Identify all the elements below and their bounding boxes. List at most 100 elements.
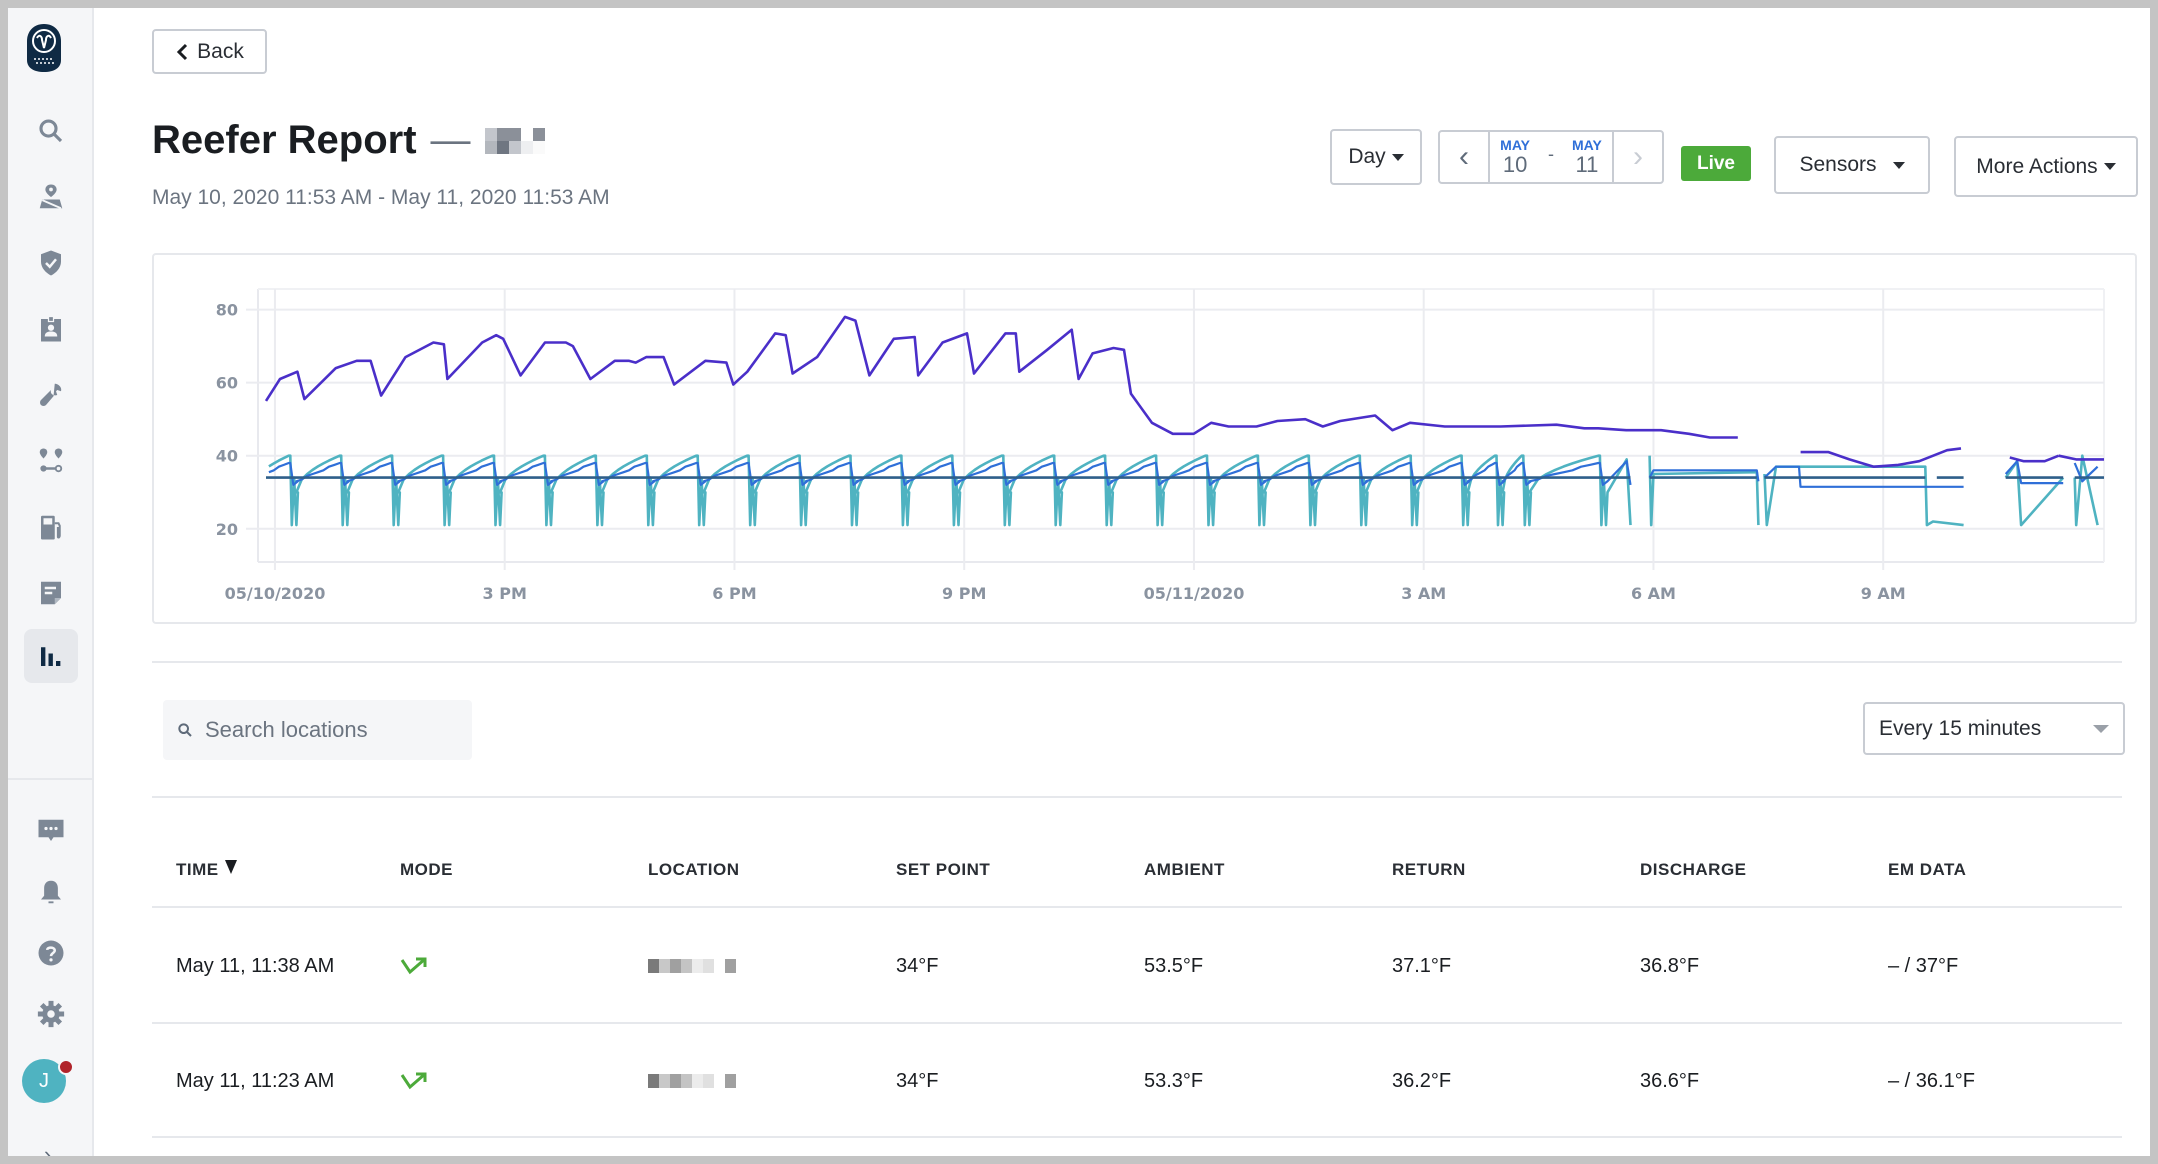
sidebar-item-routes[interactable] — [28, 438, 74, 484]
date-range-picker[interactable]: MAY 10 - MAY 11 — [1490, 132, 1612, 182]
sensors-dropdown[interactable]: Sensors — [1774, 136, 1930, 194]
series-ambient-line — [1800, 447, 1962, 468]
y-tick-label: 40 — [216, 447, 238, 466]
more-actions-label: More Actions — [1976, 154, 2098, 178]
redacted-asset-name — [484, 127, 545, 154]
section-divider — [152, 661, 2122, 663]
sidebar-item-help[interactable] — [28, 930, 74, 976]
column-header-time[interactable]: TIME — [176, 848, 237, 906]
map-pin-icon — [39, 184, 63, 210]
shield-check-icon — [41, 250, 61, 276]
page-title: Reefer Report — — [152, 118, 545, 163]
sidebar-item-safety[interactable] — [28, 240, 74, 286]
redacted-location — [648, 1074, 736, 1088]
x-tick-label: 05/10/2020 — [225, 584, 326, 603]
reefer-data-table: TIME MODE LOCATION SET POINT AMBIENT RET… — [152, 848, 2122, 1138]
cooling-mode-icon — [400, 957, 427, 975]
table-header: TIME MODE LOCATION SET POINT AMBIENT RET… — [152, 848, 2122, 906]
search-locations[interactable] — [163, 700, 472, 760]
table-row[interactable]: May 11, 11:38 AM 34°F 53.5°F 37.1°F 36.8… — [152, 906, 2122, 1022]
end-date: MAY 11 — [1572, 138, 1602, 176]
column-header-set-point: SET POINT — [896, 848, 990, 906]
series-discharge-line — [268, 454, 1632, 527]
help-icon — [38, 940, 64, 966]
gear-icon — [37, 1000, 65, 1028]
back-button[interactable]: Back — [152, 29, 267, 74]
column-label: LOCATION — [648, 860, 740, 879]
cell-mode — [400, 908, 430, 1022]
sort-descending-icon — [224, 860, 237, 874]
cell-ambient: 53.3°F — [1144, 1069, 1204, 1092]
cell-return: 36.2°F — [1392, 1069, 1452, 1092]
x-tick-label: 9 AM — [1861, 584, 1906, 603]
cooling-mode-icon — [400, 1072, 427, 1090]
sidebar-divider — [8, 778, 94, 780]
caret-down-icon — [1892, 161, 1905, 169]
chat-icon — [38, 819, 64, 841]
sidebar-item-maintenance[interactable] — [28, 372, 74, 418]
cell-location — [648, 908, 736, 1022]
end-month: MAY — [1572, 137, 1602, 153]
chevron-left-icon: ‹ — [1459, 140, 1469, 173]
next-range-button[interactable]: › — [1612, 132, 1662, 182]
series-return-line — [2004, 460, 2064, 485]
search-locations-input[interactable] — [205, 717, 445, 743]
period-label: Day — [1348, 145, 1386, 168]
chevron-right-icon: › — [1633, 140, 1643, 173]
sidebar-item-drivers[interactable] — [28, 306, 74, 352]
back-label: Back — [197, 39, 244, 63]
caret-down-icon — [2093, 724, 2109, 733]
column-header-mode: MODE — [400, 848, 453, 906]
column-label: DISCHARGE — [1640, 860, 1747, 879]
sidebar-item-messages[interactable] — [28, 808, 74, 854]
cell-mode — [400, 1024, 430, 1136]
x-tick-label: 6 AM — [1631, 584, 1676, 603]
wrench-icon — [40, 383, 62, 406]
title-separator: — — [430, 118, 471, 162]
interval-selected: Every 15 minutes — [1879, 716, 2042, 740]
cell-set-point: 34°F — [896, 1069, 939, 1092]
search-icon — [178, 723, 192, 737]
y-tick-label: 60 — [216, 374, 238, 393]
owl-logo-icon[interactable] — [25, 22, 63, 74]
sidebar-item-settings[interactable] — [28, 991, 74, 1037]
interval-select[interactable]: Every 15 minutes — [1863, 702, 2125, 755]
sidebar-item-fuel[interactable] — [28, 504, 74, 550]
column-label: MODE — [400, 860, 453, 879]
main-content: Back Reefer Report — May 10, 2020 11:53 … — [96, 8, 2150, 1156]
column-header-location: LOCATION — [648, 848, 740, 906]
y-tick-label: 80 — [216, 301, 238, 320]
expand-sidebar-icon[interactable]: › — [44, 1142, 51, 1156]
period-dropdown[interactable]: Day — [1330, 129, 1422, 185]
cell-em-data: – / 36.1°F — [1888, 1069, 1975, 1092]
sidebar-item-map[interactable] — [28, 174, 74, 220]
sidebar-item-reports[interactable] — [24, 629, 78, 683]
notification-dot — [58, 1059, 74, 1075]
start-month: MAY — [1500, 137, 1530, 153]
redacted-location — [648, 959, 736, 973]
series-discharge-line — [2073, 454, 2099, 527]
x-tick-label: 05/11/2020 — [1144, 584, 1245, 603]
app-window: J › Back Reefer Report — May 10, 2020 11… — [8, 8, 2150, 1156]
series-discharge-line — [1763, 465, 1964, 527]
table-row[interactable]: May 11, 11:23 AM 34°F 53.3°F 36.2°F 36.6… — [152, 1022, 2122, 1138]
x-tick-label: 6 PM — [712, 584, 756, 603]
cell-return: 37.1°F — [1392, 954, 1452, 977]
live-badge[interactable]: Live — [1681, 146, 1751, 181]
caret-down-icon — [1391, 153, 1404, 161]
cell-time: May 11, 11:38 AM — [176, 954, 335, 977]
previous-range-button[interactable]: ‹ — [1440, 132, 1490, 182]
start-date: MAY 10 — [1500, 138, 1530, 176]
x-tick-label: 9 PM — [942, 584, 986, 603]
page-title-text: Reefer Report — [152, 118, 417, 162]
chart-svg[interactable]: 20 40 60 80 05/10/2020 3 PM 6 PM 9 PM 05/11/2020… — [154, 255, 2139, 626]
sidebar-item-alerts[interactable] — [28, 869, 74, 915]
x-tick-label: 3 AM — [1401, 584, 1446, 603]
bar-chart-icon — [41, 647, 61, 666]
cell-location — [648, 1024, 736, 1136]
column-header-ambient: AMBIENT — [1144, 848, 1225, 906]
caret-down-icon — [2103, 163, 2116, 170]
sidebar-item-search[interactable] — [28, 108, 74, 154]
sidebar-item-documents[interactable] — [28, 570, 74, 616]
more-actions-dropdown[interactable]: More Actions — [1954, 136, 2138, 197]
